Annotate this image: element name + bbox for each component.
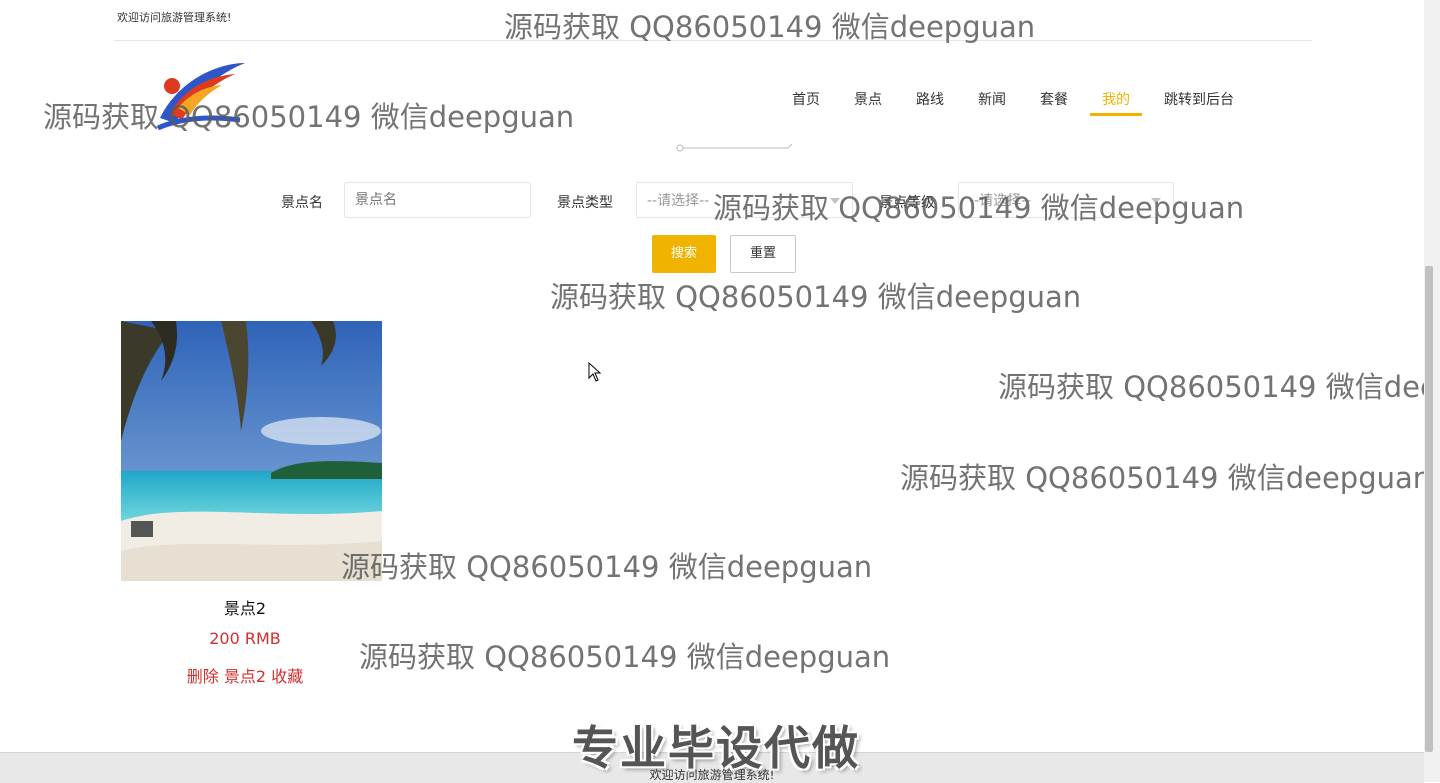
- delete-link[interactable]: 删除: [187, 667, 219, 686]
- scenic-price: 200 RMB: [209, 629, 281, 648]
- mouse-cursor-icon: [588, 362, 602, 382]
- watermark: 源码获取 QQ86050149 微信deepguan: [341, 550, 873, 584]
- scenic-title[interactable]: 景点2: [121, 595, 369, 619]
- scenic-name-input[interactable]: [344, 182, 531, 218]
- nav-admin[interactable]: 跳转到后台: [1152, 88, 1246, 118]
- main-nav: 首页 景点 路线 新闻 套餐 我的 跳转到后台: [780, 88, 1256, 122]
- scenic-image[interactable]: [121, 321, 382, 581]
- nav-mine[interactable]: 我的: [1090, 88, 1142, 118]
- watermark: 源码获取 QQ86050149 微信deepguan: [550, 280, 1082, 314]
- nav-news[interactable]: 新闻: [966, 88, 1018, 118]
- reset-button[interactable]: 重置: [730, 235, 796, 273]
- logo-icon[interactable]: [150, 58, 250, 130]
- watermark: 源码获取 QQ86050149 微信deepguan: [900, 461, 1424, 495]
- divider-ornament: [676, 143, 793, 152]
- chevron-down-icon: [1151, 198, 1161, 204]
- nav-packages[interactable]: 套餐: [1028, 88, 1080, 118]
- scenic-name-text: 景点2: [223, 667, 267, 686]
- favorite-link[interactable]: 收藏: [271, 667, 303, 686]
- scrollbar-thumb[interactable]: [1425, 266, 1433, 752]
- search-button[interactable]: 搜索: [652, 235, 716, 273]
- scenic-actions: 删除 景点2 收藏: [121, 663, 369, 687]
- nav-scenic[interactable]: 景点: [842, 88, 894, 118]
- watermark: 源码获取 QQ86050149 微信deepguan: [359, 640, 891, 674]
- scenic-name-label: 景点名: [281, 195, 323, 211]
- footer-text: 欢迎访问旅游管理系统!: [649, 768, 775, 782]
- watermark: 源码获取 QQ86050149 微信deepguan: [998, 370, 1424, 404]
- chevron-down-icon: [830, 198, 840, 204]
- nav-home[interactable]: 首页: [780, 88, 832, 118]
- nav-routes[interactable]: 路线: [904, 88, 956, 118]
- scenic-level-label: 景点等级: [879, 195, 935, 211]
- scenic-type-label: 景点类型: [557, 195, 613, 211]
- search-form: 景点名 景点类型 --请选择-- 景点等级 --请选择--: [0, 182, 1440, 220]
- scenic-level-value: --请选择--: [969, 193, 1032, 209]
- watermark: 源码获取 QQ86050149 微信deepguan: [43, 100, 575, 134]
- scenic-card: 景点2 200 RMB 删除 景点2 收藏: [121, 321, 382, 686]
- scenic-type-select[interactable]: --请选择--: [636, 182, 853, 218]
- footer: 欢迎访问旅游管理系统!: [0, 752, 1424, 783]
- top-bar: 欢迎访问旅游管理系统!: [114, 0, 1312, 41]
- welcome-text: 欢迎访问旅游管理系统!: [117, 11, 232, 24]
- scenic-level-select[interactable]: --请选择--: [958, 182, 1174, 218]
- scenic-type-value: --请选择--: [647, 193, 710, 209]
